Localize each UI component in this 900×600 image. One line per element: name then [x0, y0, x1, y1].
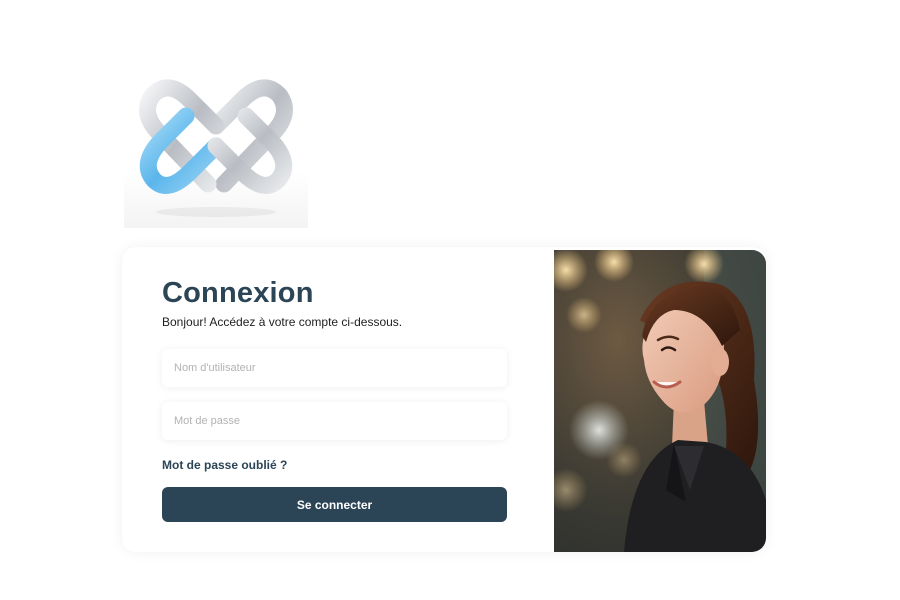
page-subtitle: Bonjour! Accédez à votre compte ci-desso… — [162, 315, 403, 329]
login-button[interactable]: Se connecter — [162, 487, 507, 522]
password-input[interactable] — [162, 402, 507, 440]
page-title: Connexion — [162, 277, 314, 309]
interlocking-loops-icon — [139, 79, 293, 217]
login-form: Connexion Bonjour! Accédez à votre compt… — [122, 247, 554, 552]
forgot-password-link[interactable]: Mot de passe oublié ? — [162, 458, 287, 472]
hero-photo — [554, 250, 766, 552]
username-input[interactable] — [162, 349, 507, 387]
login-card: Connexion Bonjour! Accédez à votre compt… — [122, 247, 766, 552]
login-page: Connexion Bonjour! Accédez à votre compt… — [0, 0, 900, 600]
smiling-woman-photo — [554, 250, 766, 552]
brand-logo — [124, 44, 308, 228]
